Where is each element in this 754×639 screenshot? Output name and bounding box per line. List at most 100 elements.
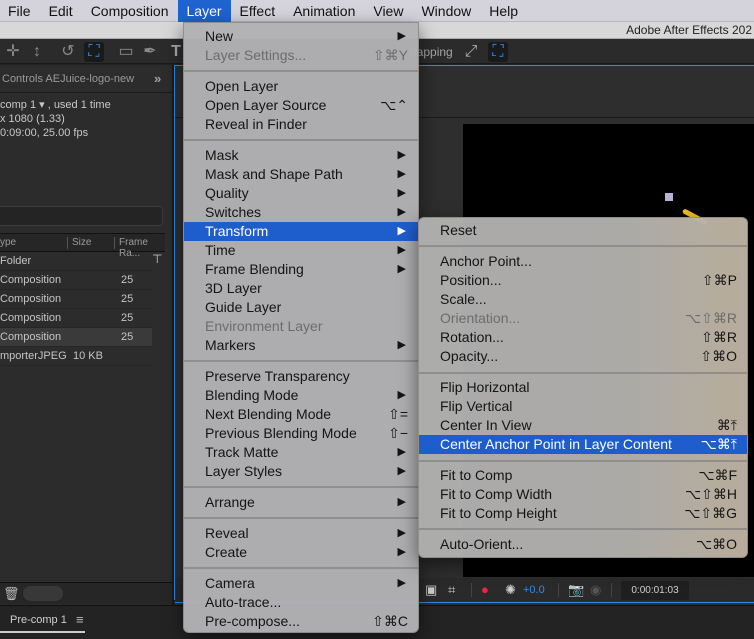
layer-menu-item-transform[interactable]: Transform ▶	[184, 222, 418, 241]
rotate-icon[interactable]: ↺	[58, 42, 78, 62]
project-search-input[interactable]	[0, 206, 163, 226]
layer-menu-item-open-layer-source[interactable]: Open Layer Source ⌥⌃	[184, 96, 418, 115]
hamburger-menu-icon[interactable]: ≡	[76, 612, 84, 627]
snap-icon[interactable]: ⤢	[461, 42, 481, 62]
menu-composition[interactable]: Composition	[82, 0, 178, 22]
menu-item-label: Mask and Shape Path	[205, 166, 343, 182]
col-size[interactable]: Size	[72, 237, 91, 248]
menu-file[interactable]: File	[0, 0, 40, 22]
row-type: Composition	[0, 274, 62, 286]
menu-item-label: Quality	[205, 185, 249, 201]
menu-view[interactable]: View	[364, 0, 412, 22]
transform-menu-item-reset[interactable]: Reset	[419, 221, 747, 240]
menu-item-label: Previous Blending Mode	[205, 425, 357, 441]
menu-effect[interactable]: Effect	[231, 0, 285, 22]
shortcut-label: ⌥⌃	[380, 97, 408, 113]
layer-menu-item-camera[interactable]: Camera ▶	[184, 574, 418, 593]
layer-menu-item-time[interactable]: Time ▶	[184, 241, 418, 260]
transform-menu-item-position[interactable]: Position... ⇧⌘P	[419, 271, 747, 290]
transform-menu-item-fit-to-comp-height[interactable]: Fit to Comp Height ⌥⇧⌘G	[419, 504, 747, 523]
project-row[interactable]: Folder	[0, 252, 152, 271]
layer-menu-item-preserve-transparency[interactable]: Preserve Transparency	[184, 367, 418, 386]
trash-icon[interactable]: 🗑	[3, 586, 20, 602]
project-row[interactable]: mporterJPEG 10 KB	[0, 347, 152, 366]
transform-menu-item-opacity[interactable]: Opacity... ⇧⌘O	[419, 347, 747, 366]
grid-guides-icon[interactable]: ⌗	[448, 582, 455, 598]
submenu-arrow-icon: ▶	[397, 446, 406, 458]
layer-menu-item-previous-blending-mode[interactable]: Previous Blending Mode ⇧−	[184, 424, 418, 443]
col-type[interactable]: ype	[0, 237, 16, 248]
transform-menu-item-rotation[interactable]: Rotation... ⇧⌘R	[419, 328, 747, 347]
layer-menu-item-environment-layer: Environment Layer	[184, 317, 418, 336]
exposure-reset-icon[interactable]: ✺	[505, 582, 516, 598]
menu-item-label: Auto-trace...	[205, 594, 282, 610]
layer-menu-item-guide-layer[interactable]: Guide Layer	[184, 298, 418, 317]
layer-menu-item-switches[interactable]: Switches ▶	[184, 203, 418, 222]
project-row[interactable]: Composition 25	[0, 309, 152, 328]
pan-behind-icon[interactable]: ↕	[27, 42, 47, 62]
move-icon[interactable]: ✛	[3, 42, 23, 62]
transform-menu-item-center-in-view[interactable]: Center In View ⌘⤒	[419, 416, 747, 435]
layer-menu-item-open-layer[interactable]: Open Layer	[184, 77, 418, 96]
timeline-tab-precomp1[interactable]: Pre-comp 1	[10, 614, 67, 626]
menu-separator	[184, 486, 418, 488]
channel-icon[interactable]: ●	[481, 582, 489, 597]
menu-window[interactable]: Window	[412, 0, 480, 22]
layer-menu-item-layer-styles[interactable]: Layer Styles ▶	[184, 462, 418, 481]
layer-menu-item-mask[interactable]: Mask ▶	[184, 146, 418, 165]
row-frame-rate: 25	[121, 274, 134, 286]
menu-animation[interactable]: Animation	[284, 0, 364, 22]
layer-menu-item-arrange[interactable]: Arrange ▶	[184, 493, 418, 512]
transform-submenu: Reset Anchor Point... Position... ⇧⌘P Scale.…	[418, 217, 748, 558]
layer-menu-item-quality[interactable]: Quality ▶	[184, 184, 418, 203]
project-row[interactable]: Composition 25	[0, 271, 152, 290]
rectangle-icon[interactable]: ▭	[116, 42, 136, 62]
submenu-arrow-icon: ▶	[397, 225, 406, 237]
bit-depth-button[interactable]	[23, 586, 63, 601]
region-of-interest-icon[interactable]: ▣	[425, 582, 437, 598]
layer-menu-item-track-matte[interactable]: Track Matte ▶	[184, 443, 418, 462]
transform-menu-item-scale[interactable]: Scale...	[419, 290, 747, 309]
exposure-value[interactable]: +0.0	[523, 584, 545, 596]
transform-menu-item-center-anchor-point-in-layer-content[interactable]: Center Anchor Point in Layer Content ⌥⌘⤒	[419, 435, 747, 454]
layer-menu-item-reveal[interactable]: Reveal ▶	[184, 524, 418, 543]
project-row[interactable]: Composition 25	[0, 328, 152, 347]
project-row[interactable]: Composition 25	[0, 290, 152, 309]
layer-menu-item-frame-blending[interactable]: Frame Blending ▶	[184, 260, 418, 279]
current-time-display[interactable]: 0:00:01:03	[621, 581, 689, 600]
more-panels-icon[interactable]: »	[154, 71, 161, 86]
effect-controls-tab[interactable]: Controls AEJuice-logo-new	[2, 73, 134, 85]
show-snapshot-icon[interactable]: ◉	[590, 582, 601, 598]
layer-menu-item-blending-mode[interactable]: Blending Mode ▶	[184, 386, 418, 405]
transform-menu-item-flip-vertical[interactable]: Flip Vertical	[419, 397, 747, 416]
pen-icon[interactable]: ✒	[140, 42, 160, 62]
layer-menu-item-mask-and-shape-path[interactable]: Mask and Shape Path ▶	[184, 165, 418, 184]
layer-menu-item-markers[interactable]: Markers ▶	[184, 336, 418, 355]
snap-box-icon[interactable]: ⛶	[488, 42, 508, 62]
menu-edit[interactable]: Edit	[40, 0, 82, 22]
layer-menu-item-next-blending-mode[interactable]: Next Blending Mode ⇧=	[184, 405, 418, 424]
layer-menu-item-3d-layer[interactable]: 3D Layer	[184, 279, 418, 298]
flowchart-icon[interactable]: ⊤	[152, 252, 162, 266]
layer-menu-item-reveal-in-finder[interactable]: Reveal in Finder	[184, 115, 418, 134]
menu-layer[interactable]: Layer	[177, 0, 231, 22]
menu-help[interactable]: Help	[480, 0, 527, 22]
submenu-arrow-icon: ▶	[397, 168, 406, 180]
row-frame-rate: 25	[121, 293, 134, 305]
layer-menu-item-pre-compose[interactable]: Pre-compose... ⇧⌘C	[184, 612, 418, 631]
menu-item-label: Orientation...	[440, 310, 521, 326]
menu-item-label: Arrange	[205, 494, 255, 510]
transform-menu-item-fit-to-comp[interactable]: Fit to Comp ⌥⌘F	[419, 466, 747, 485]
layer-menu-item-auto-trace[interactable]: Auto-trace...	[184, 593, 418, 612]
layer-menu-item-new[interactable]: New ▶	[184, 27, 418, 46]
snapshot-icon[interactable]: 📷	[568, 582, 584, 598]
layer-menu-item-create[interactable]: Create ▶	[184, 543, 418, 562]
transform-menu-item-auto-orient[interactable]: Auto-Orient... ⌥⌘O	[419, 535, 747, 554]
selection-bounds-icon[interactable]: ⛶	[84, 42, 104, 62]
transform-menu-item-fit-to-comp-width[interactable]: Fit to Comp Width ⌥⇧⌘H	[419, 485, 747, 504]
transform-menu-item-anchor-point[interactable]: Anchor Point...	[419, 252, 747, 271]
row-frame-rate: 25	[121, 312, 134, 324]
anchor-point-handle[interactable]	[665, 193, 673, 201]
transform-menu-item-flip-horizontal[interactable]: Flip Horizontal	[419, 378, 747, 397]
window-title: Adobe After Effects 202	[626, 23, 752, 37]
